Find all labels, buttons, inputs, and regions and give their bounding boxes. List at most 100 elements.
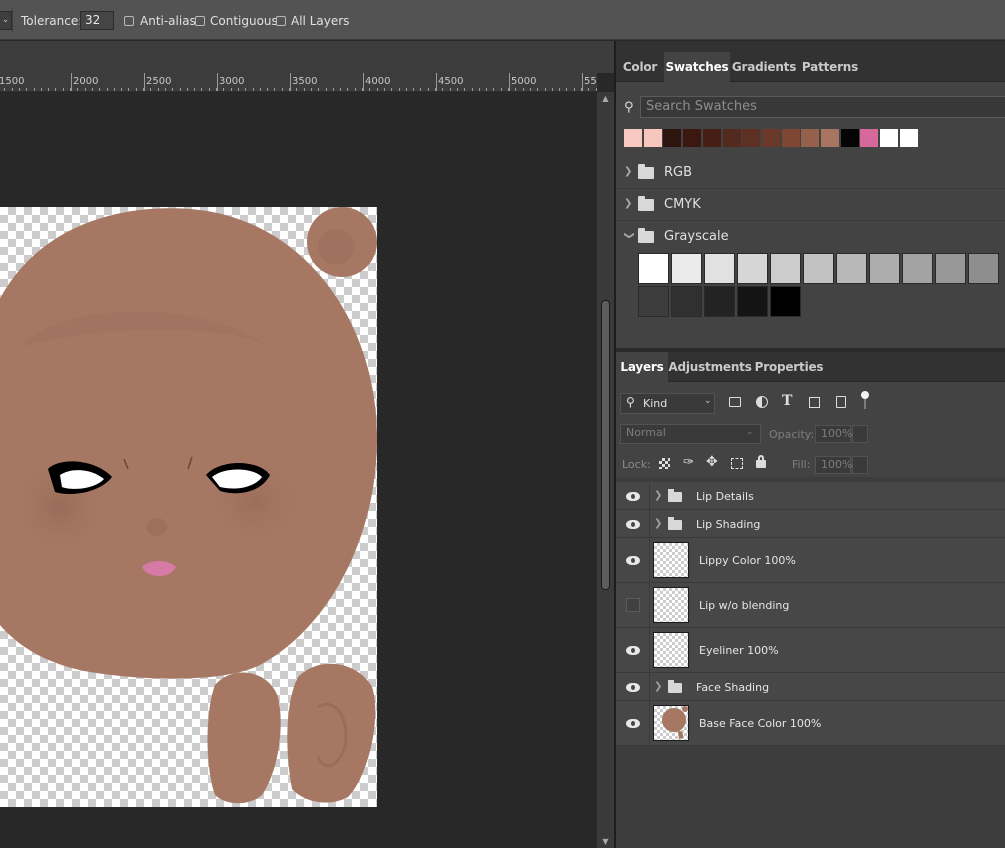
scroll-up-icon[interactable]: ▲ [597, 94, 614, 103]
tab-layers[interactable]: Layers [616, 352, 668, 382]
recent-swatch[interactable] [722, 129, 741, 147]
ruler-major-tick [144, 73, 145, 91]
chevron-right-icon[interactable]: ❯ [654, 681, 662, 692]
grayscale-swatch[interactable] [935, 253, 966, 284]
grayscale-swatch[interactable] [638, 286, 669, 317]
recent-swatch[interactable] [860, 129, 879, 147]
chevron-right-icon[interactable]: ❯ [654, 518, 662, 529]
grayscale-swatch[interactable] [737, 253, 768, 284]
chevron-right-icon[interactable]: ❯ [654, 490, 662, 501]
grayscale-swatch[interactable] [803, 253, 834, 284]
recent-swatch[interactable] [821, 129, 839, 147]
lock-transparency-icon[interactable] [659, 458, 670, 469]
lock-paint-icon[interactable]: ✑ [683, 455, 694, 470]
tab-gradients[interactable]: Gradients [730, 52, 798, 82]
tool-preset-dropdown[interactable]: ⌄ [0, 11, 12, 30]
visibility-eye-icon[interactable] [626, 556, 640, 565]
contiguous-checkbox[interactable] [195, 16, 205, 26]
ruler-tick [84, 88, 86, 91]
recent-swatch[interactable] [840, 129, 859, 147]
tab-color[interactable]: Color [616, 52, 664, 82]
grayscale-swatch[interactable] [671, 253, 702, 284]
filter-toggle-icon[interactable] [861, 391, 869, 399]
options-separator [12, 8, 13, 32]
tab-swatches[interactable]: Swatches [664, 52, 730, 82]
recent-swatch[interactable] [781, 129, 800, 147]
grayscale-swatch[interactable] [770, 286, 801, 317]
visibility-toggle-empty[interactable] [626, 598, 640, 612]
recent-swatch[interactable] [702, 129, 721, 147]
visibility-eye-icon[interactable] [626, 719, 640, 728]
tolerance-input[interactable]: 32 [80, 11, 114, 30]
swatch-folder-grayscale[interactable]: ❯ Grayscale [616, 221, 1005, 253]
lock-artboard-icon[interactable] [731, 458, 743, 469]
anti-alias-checkbox[interactable] [124, 16, 134, 26]
ruler-tick [325, 88, 327, 91]
lock-all-icon[interactable] [756, 460, 766, 468]
swatch-folder-cmyk[interactable]: ❯ CMYK [616, 189, 1005, 221]
layer-row-face-shading[interactable]: ❯ Face Shading [616, 673, 1005, 701]
opacity-label: Opacity: [769, 428, 815, 441]
visibility-eye-icon[interactable] [626, 646, 640, 655]
ruler-tick [420, 88, 422, 91]
type-filter-icon[interactable]: T [782, 393, 792, 409]
visibility-eye-icon[interactable] [626, 683, 640, 692]
ruler-major-tick [363, 73, 364, 91]
layer-row-eyeliner[interactable]: Eyeliner 100% [616, 628, 1005, 673]
tab-patterns[interactable]: Patterns [798, 52, 862, 82]
shape-filter-icon[interactable] [809, 397, 820, 408]
canvas-workspace[interactable] [0, 92, 597, 848]
ruler-tick [464, 88, 466, 91]
head-shape [0, 208, 377, 679]
row-divider [649, 510, 650, 538]
recent-swatch[interactable] [899, 129, 918, 147]
recent-swatch[interactable] [643, 129, 662, 147]
grayscale-swatch[interactable] [836, 253, 867, 284]
lock-position-icon[interactable]: ✥ [706, 454, 718, 470]
grayscale-swatch[interactable] [737, 286, 768, 317]
smart-object-filter-icon[interactable] [836, 396, 846, 408]
recent-swatch[interactable] [624, 129, 642, 147]
adjustment-filter-icon[interactable] [756, 396, 768, 408]
layer-row-lip-without-blending[interactable]: Lip w/o blending [616, 583, 1005, 628]
grayscale-swatch[interactable] [770, 253, 801, 284]
document-canvas[interactable] [0, 207, 377, 807]
ruler-label: 2500 [146, 76, 172, 87]
swatch-folder-rgb[interactable]: ❯ RGB [616, 157, 1005, 189]
scrollbar-thumb[interactable] [601, 300, 610, 590]
blend-mode-dropdown[interactable]: Normal [620, 424, 761, 444]
opacity-dropdown[interactable] [852, 425, 868, 443]
vertical-scrollbar[interactable]: ▲ ▼ [597, 92, 614, 848]
recent-swatch[interactable] [742, 129, 761, 147]
ruler-tick [252, 88, 254, 91]
scroll-down-icon[interactable]: ▼ [597, 837, 614, 846]
layer-row-lippy-color[interactable]: Lippy Color 100% [616, 538, 1005, 583]
grayscale-swatch[interactable] [671, 286, 702, 317]
opacity-input[interactable]: 100% [815, 425, 852, 443]
grayscale-swatch[interactable] [968, 253, 999, 284]
right-panels: Color Swatches Gradients Patterns ⚲ Sear… [616, 41, 1005, 848]
layer-row-base-face-color[interactable]: Base Face Color 100% [616, 701, 1005, 746]
grayscale-swatch[interactable] [902, 253, 933, 284]
tab-adjustments[interactable]: Adjustments [668, 352, 752, 382]
tab-properties[interactable]: Properties [752, 352, 826, 382]
recent-swatch[interactable] [663, 129, 682, 147]
pixel-filter-icon[interactable] [729, 397, 741, 407]
fill-input[interactable]: 100% [815, 456, 852, 474]
recent-swatch[interactable] [761, 129, 780, 147]
fill-dropdown[interactable] [852, 456, 868, 474]
grayscale-swatch[interactable] [704, 286, 735, 317]
grayscale-swatch[interactable] [869, 253, 900, 284]
layer-row-lip-details[interactable]: ❯ Lip Details [616, 482, 1005, 510]
recent-swatch[interactable] [683, 129, 702, 147]
visibility-eye-icon[interactable] [626, 520, 640, 529]
layer-row-lip-shading[interactable]: ❯ Lip Shading [616, 510, 1005, 538]
visibility-eye-icon[interactable] [626, 492, 640, 501]
recent-swatch[interactable] [880, 129, 899, 147]
swatches-search-input[interactable]: Search Swatches [640, 96, 1005, 118]
all-layers-checkbox[interactable] [276, 16, 286, 26]
ruler-tick [4, 88, 6, 91]
grayscale-swatch[interactable] [638, 253, 669, 284]
grayscale-swatch[interactable] [704, 253, 735, 284]
recent-swatch[interactable] [801, 129, 820, 147]
